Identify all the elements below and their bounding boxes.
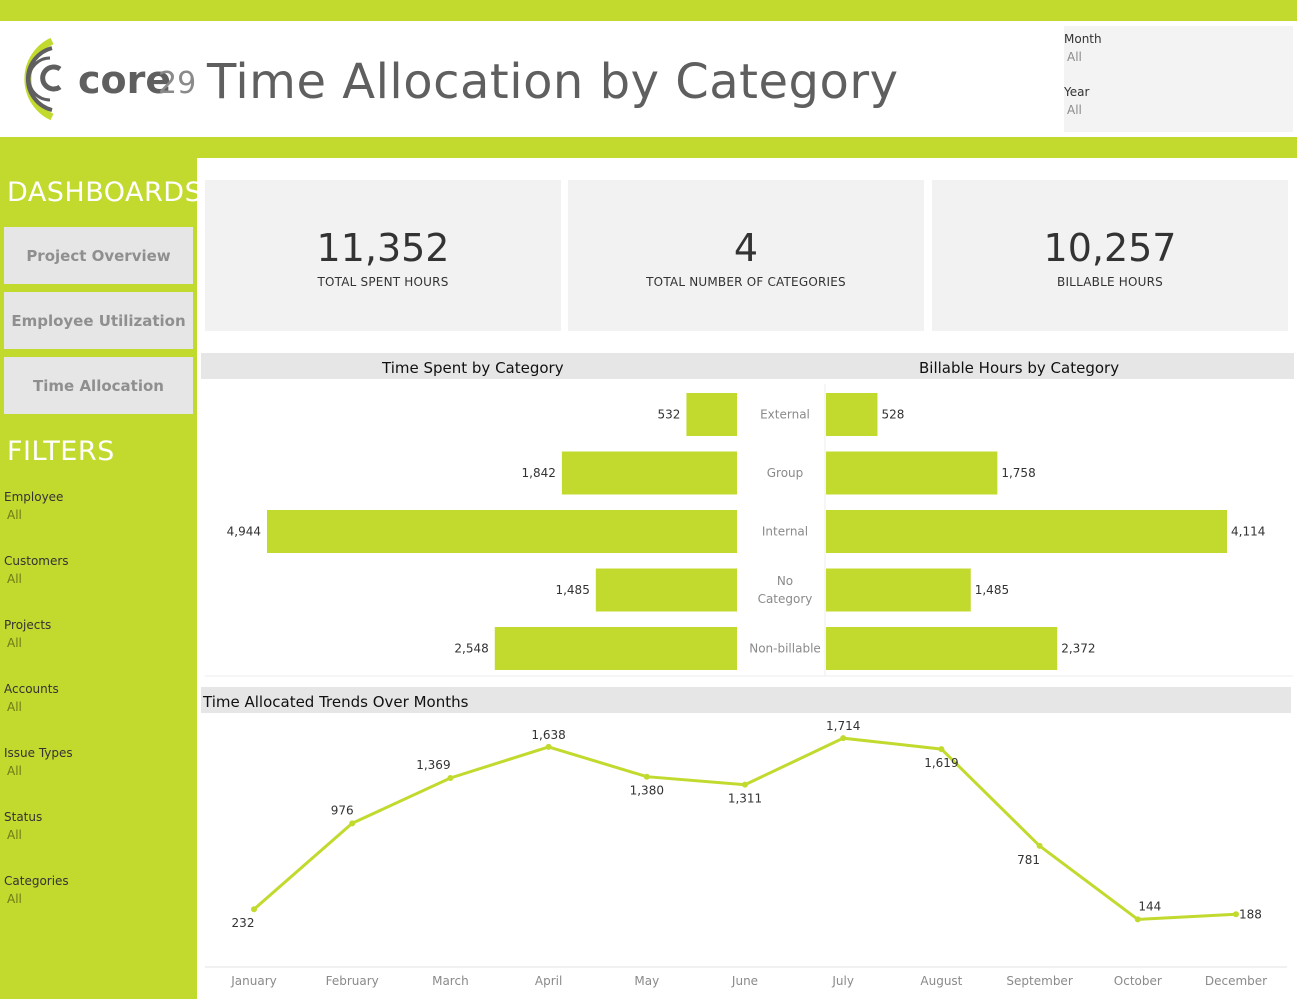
trend-point-label: 1,369	[416, 758, 450, 772]
trend-x-tick-label: April	[535, 974, 562, 988]
trend-point-label: 188	[1239, 907, 1262, 921]
trend-point	[251, 906, 257, 913]
trend-point	[349, 820, 356, 827]
trend-point-label: 1,619	[924, 756, 958, 770]
trend-x-tick-label: October	[1114, 974, 1162, 988]
trend-x-tick-label: February	[326, 974, 379, 988]
trend-point-label: 1,638	[531, 728, 565, 742]
trend-x-tick-label: December	[1205, 974, 1267, 988]
trend-point-label: 1,311	[728, 792, 762, 806]
trend-point-label: 144	[1138, 899, 1161, 913]
trend-point	[938, 746, 945, 753]
trend-x-tick-label: March	[432, 974, 469, 988]
trend-point-label: 232	[232, 916, 255, 930]
trend-point-label: 1,714	[826, 719, 860, 733]
trend-point	[1036, 842, 1043, 849]
trend-point	[1134, 916, 1141, 923]
trend-x-tick-label: June	[731, 974, 758, 988]
trend-x-tick-label: May	[634, 974, 659, 988]
trend-x-tick-label: August	[920, 974, 962, 988]
trend-point	[545, 743, 552, 750]
trend-point-label: 1,380	[630, 784, 664, 798]
trend-point-label: 976	[331, 803, 354, 817]
trend-x-tick-label: January	[230, 974, 277, 988]
trend-line-chart: 232 January 976 February 1,369 March 1,638 Apri…	[205, 719, 1287, 988]
trend-point	[447, 774, 454, 781]
trend-x-tick-label: September	[1006, 974, 1072, 988]
trend-point	[840, 735, 847, 742]
trend-point	[643, 773, 650, 780]
trend-x-tick-label: July	[831, 974, 854, 988]
trend-series-line	[253, 736, 1237, 921]
trend-point	[742, 781, 748, 788]
trend-point-label: 781	[1017, 853, 1040, 867]
